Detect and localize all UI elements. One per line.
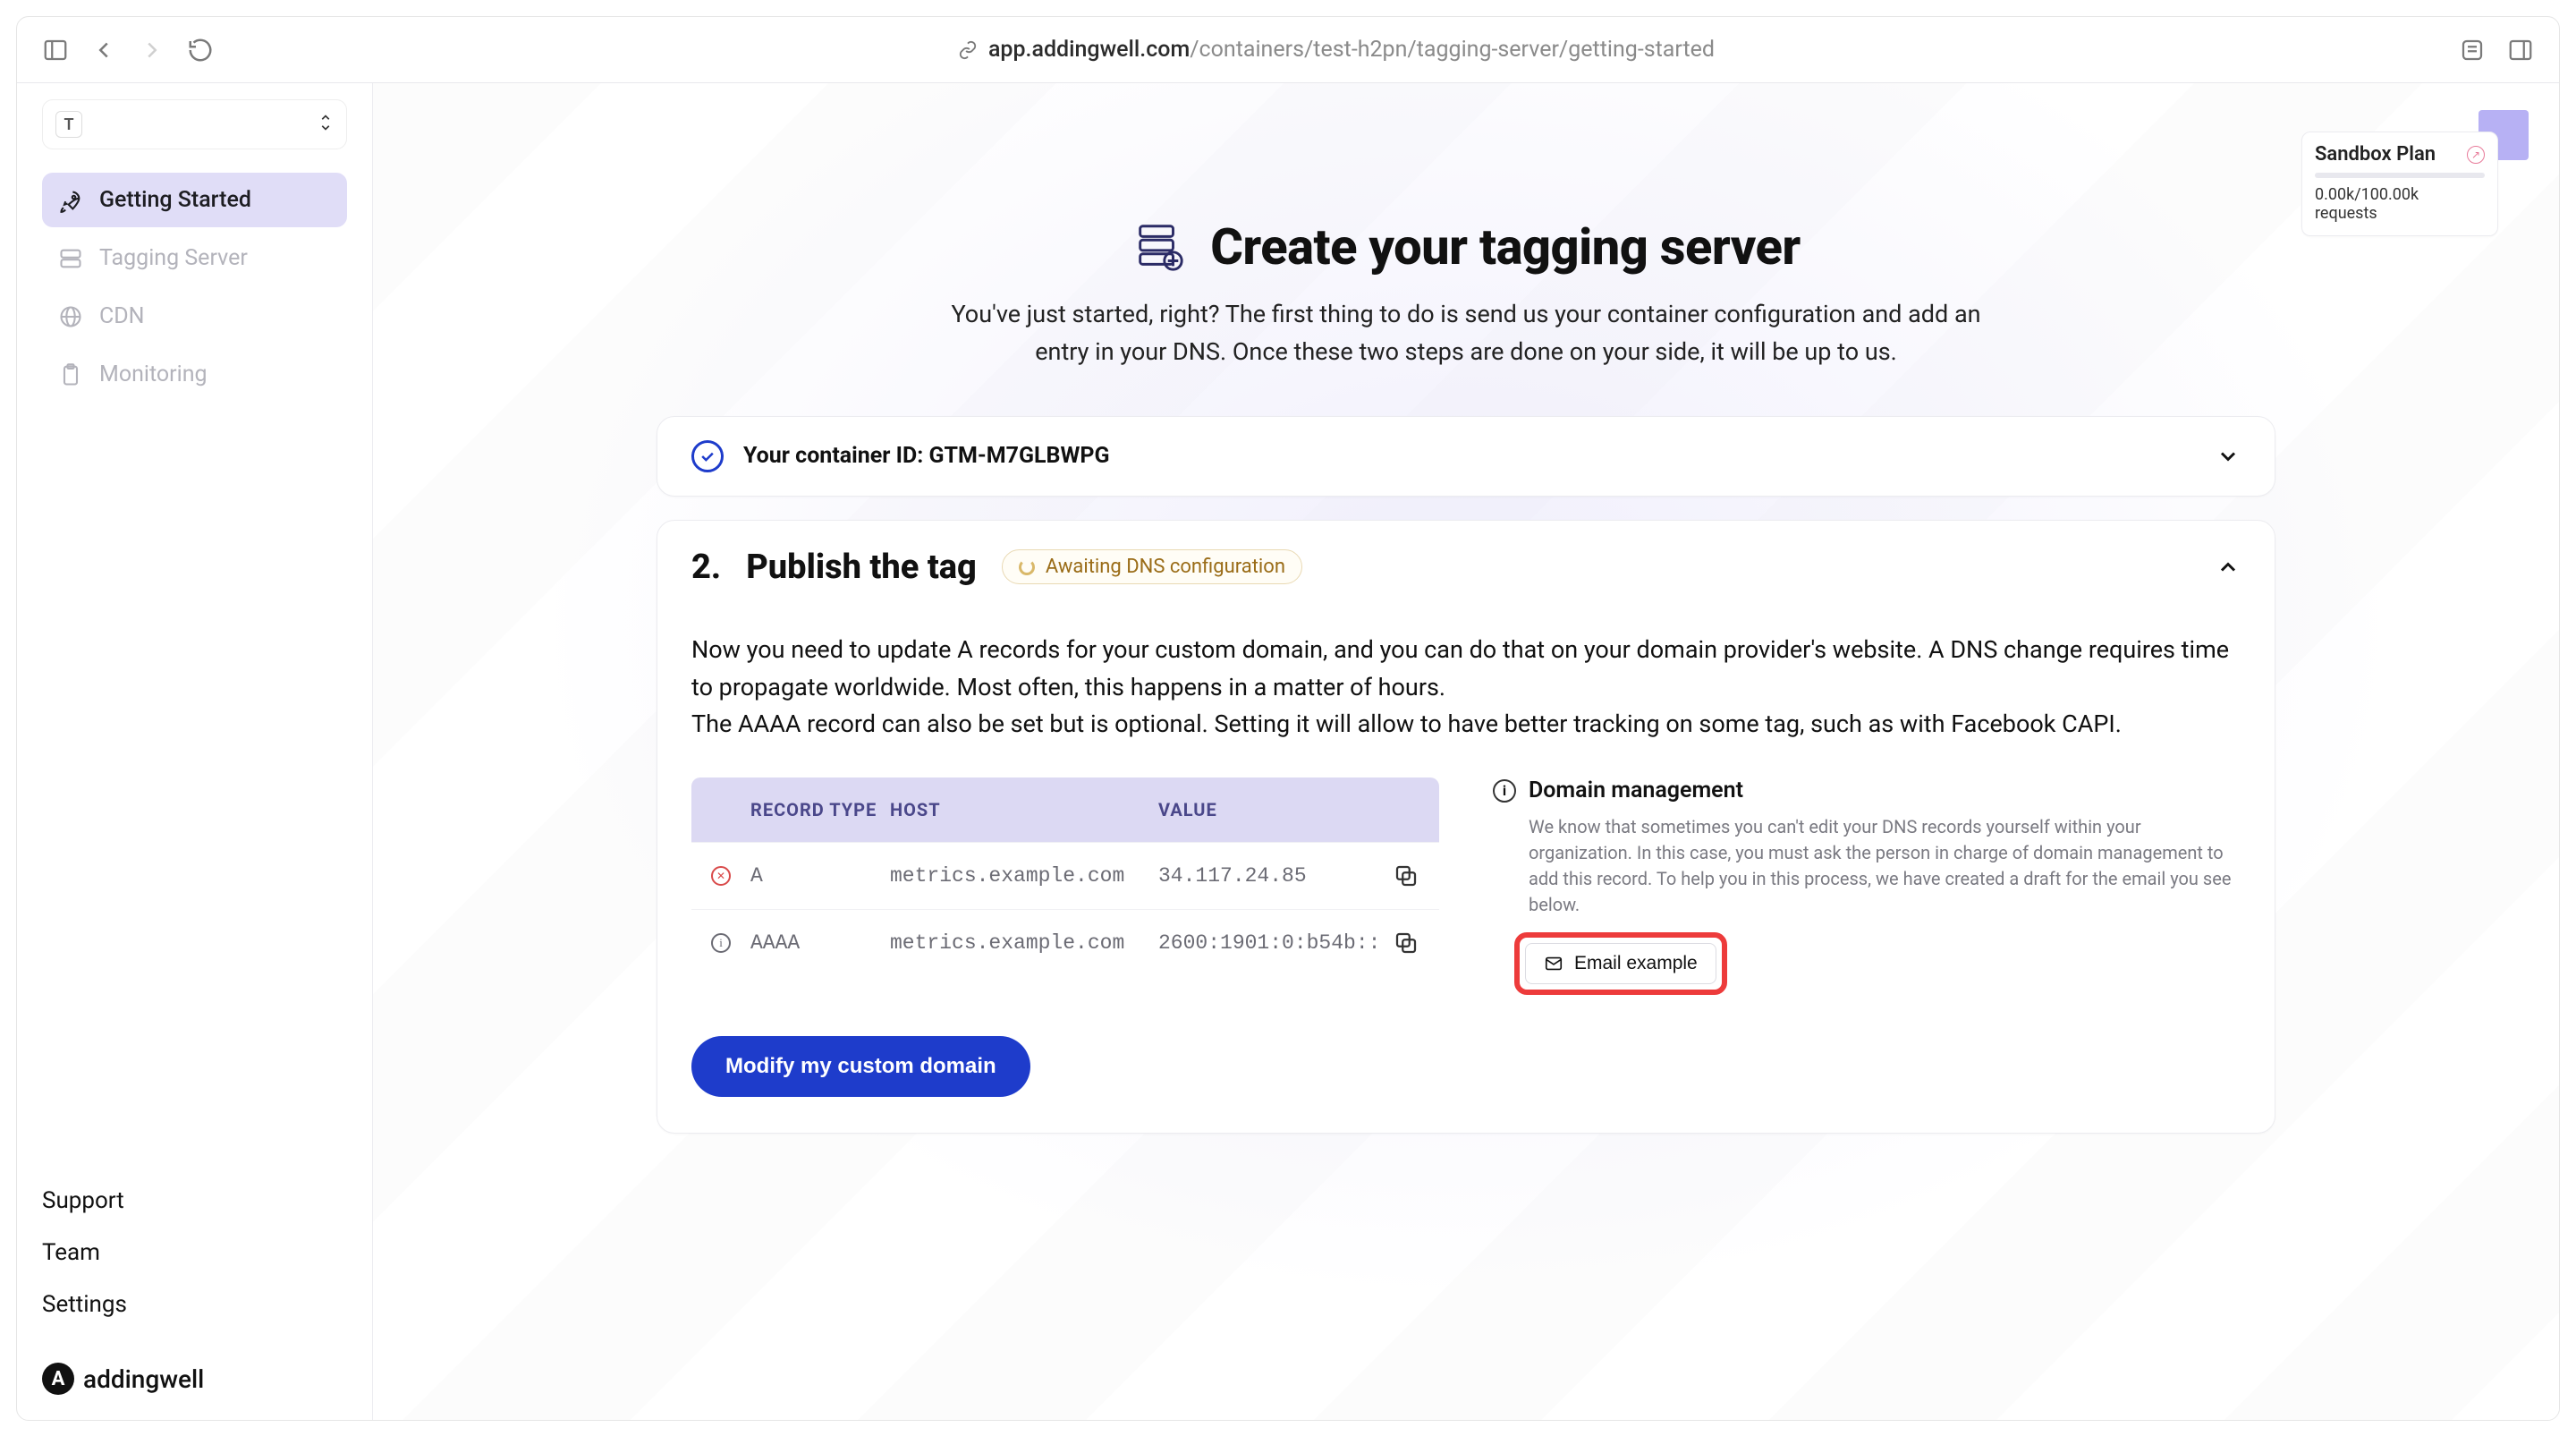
- brand-badge: A: [42, 1363, 74, 1395]
- step2-title: Publish the tag: [746, 548, 977, 587]
- sidebar: T Getting Started Tagging Se: [17, 83, 373, 1420]
- plan-help-icon[interactable]: ↗: [2467, 146, 2485, 164]
- nav-monitoring[interactable]: Monitoring: [42, 347, 347, 402]
- dns-table: RECORD TYPE HOST VALUE ✕ A metrics.examp…: [691, 777, 1439, 976]
- nav: Getting Started Tagging Server CDN: [42, 173, 347, 402]
- plan-title: Sandbox Plan: [2315, 143, 2436, 166]
- step1-title: Your container ID: GTM-M7GLBWPG: [743, 443, 1110, 469]
- step2-card: 2. Publish the tag Awaiting DNS configur…: [657, 520, 2275, 1134]
- main: Sandbox Plan ↗ 0.00k/100.00k requests Cr…: [373, 83, 2559, 1420]
- workspace-switcher[interactable]: T: [42, 99, 347, 149]
- panel-icon[interactable]: [2507, 37, 2534, 64]
- footer-team[interactable]: Team: [42, 1239, 347, 1266]
- th-record-type: RECORD TYPE: [711, 799, 890, 820]
- plan-card[interactable]: Sandbox Plan ↗ 0.00k/100.00k requests: [2301, 132, 2498, 236]
- footer-settings[interactable]: Settings: [42, 1291, 347, 1318]
- server-icon: [58, 246, 83, 271]
- nav-getting-started[interactable]: Getting Started: [42, 173, 347, 227]
- info-icon: i: [711, 933, 731, 953]
- spinner-icon: [1019, 559, 1035, 575]
- step2-para2: The AAAA record can also be set but is o…: [691, 706, 2241, 743]
- workspace-avatar: T: [55, 111, 82, 138]
- url-bar[interactable]: app.addingwell.com/containers/test-h2pn/…: [988, 37, 1715, 63]
- modify-domain-button[interactable]: Modify my custom domain: [691, 1036, 1030, 1097]
- check-icon: [691, 440, 724, 472]
- email-example-button[interactable]: Email example: [1525, 943, 1716, 984]
- reload-icon[interactable]: [187, 37, 214, 64]
- th-host: HOST: [890, 799, 1158, 820]
- cell-host: metrics.example.com: [890, 931, 1158, 955]
- step2-para1: Now you need to update A records for you…: [691, 632, 2241, 707]
- page-subtitle: You've just started, right? The first th…: [929, 296, 2003, 371]
- copy-icon[interactable]: [1393, 930, 1419, 956]
- footer-support[interactable]: Support: [42, 1187, 347, 1214]
- cell-value: 34.117.24.85: [1158, 864, 1393, 888]
- link-icon: [958, 40, 978, 60]
- nav-cdn[interactable]: CDN: [42, 289, 347, 344]
- globe-icon: [58, 304, 83, 329]
- brand-name: addingwell: [83, 1364, 204, 1394]
- cell-host: metrics.example.com: [890, 864, 1158, 888]
- cell-type: AAAA: [750, 931, 890, 955]
- browser-toolbar: app.addingwell.com/containers/test-h2pn/…: [17, 17, 2559, 83]
- plan-requests: 0.00k/100.00k requests: [2315, 185, 2485, 223]
- back-icon[interactable]: [90, 37, 117, 64]
- hero: Create your tagging server: [1131, 217, 1801, 276]
- domain-help-text: We know that sometimes you can't edit yo…: [1529, 814, 2241, 918]
- url-host: app.addingwell.com: [988, 37, 1190, 63]
- highlight-box: Email example: [1514, 932, 1727, 995]
- th-value: VALUE: [1158, 799, 1419, 820]
- status-badge-text: Awaiting DNS configuration: [1046, 556, 1285, 578]
- email-example-label: Email example: [1574, 953, 1698, 974]
- clipboard-icon: [58, 362, 83, 387]
- page-title: Create your tagging server: [1210, 217, 1801, 276]
- library-icon[interactable]: [2459, 37, 2486, 64]
- dns-row: i AAAA metrics.example.com 2600:1901:0:b…: [691, 909, 1439, 976]
- chevron-up-icon[interactable]: [2216, 555, 2241, 580]
- dns-row: ✕ A metrics.example.com 34.117.24.85: [691, 842, 1439, 909]
- copy-icon[interactable]: [1393, 862, 1419, 889]
- nav-tagging-server[interactable]: Tagging Server: [42, 231, 347, 285]
- error-icon: ✕: [711, 866, 731, 886]
- sidebar-toggle-icon[interactable]: [42, 37, 69, 64]
- info-icon: i: [1493, 779, 1516, 803]
- brand: A addingwell: [42, 1363, 347, 1395]
- status-badge: Awaiting DNS configuration: [1002, 549, 1302, 584]
- mail-icon: [1544, 954, 1563, 973]
- nav-item-label: CDN: [99, 303, 145, 329]
- plan-progress: [2315, 173, 2485, 178]
- domain-help-title: Domain management: [1529, 777, 1743, 803]
- forward-icon[interactable]: [139, 37, 165, 64]
- nav-item-label: Getting Started: [99, 187, 251, 213]
- cell-type: A: [750, 864, 890, 888]
- nav-item-label: Tagging Server: [99, 245, 248, 271]
- step2-number: 2.: [691, 548, 721, 587]
- url-path: /containers/test-h2pn/tagging-server/get…: [1190, 37, 1715, 63]
- chevron-updown-icon: [318, 111, 334, 138]
- chevron-down-icon[interactable]: [2216, 444, 2241, 469]
- step1-card[interactable]: Your container ID: GTM-M7GLBWPG: [657, 416, 2275, 497]
- cell-value: 2600:1901:0:b54b::: [1158, 931, 1393, 955]
- server-config-icon: [1131, 219, 1187, 275]
- nav-item-label: Monitoring: [99, 361, 208, 387]
- rocket-icon: [58, 188, 83, 213]
- domain-help: i Domain management We know that sometim…: [1493, 777, 2241, 995]
